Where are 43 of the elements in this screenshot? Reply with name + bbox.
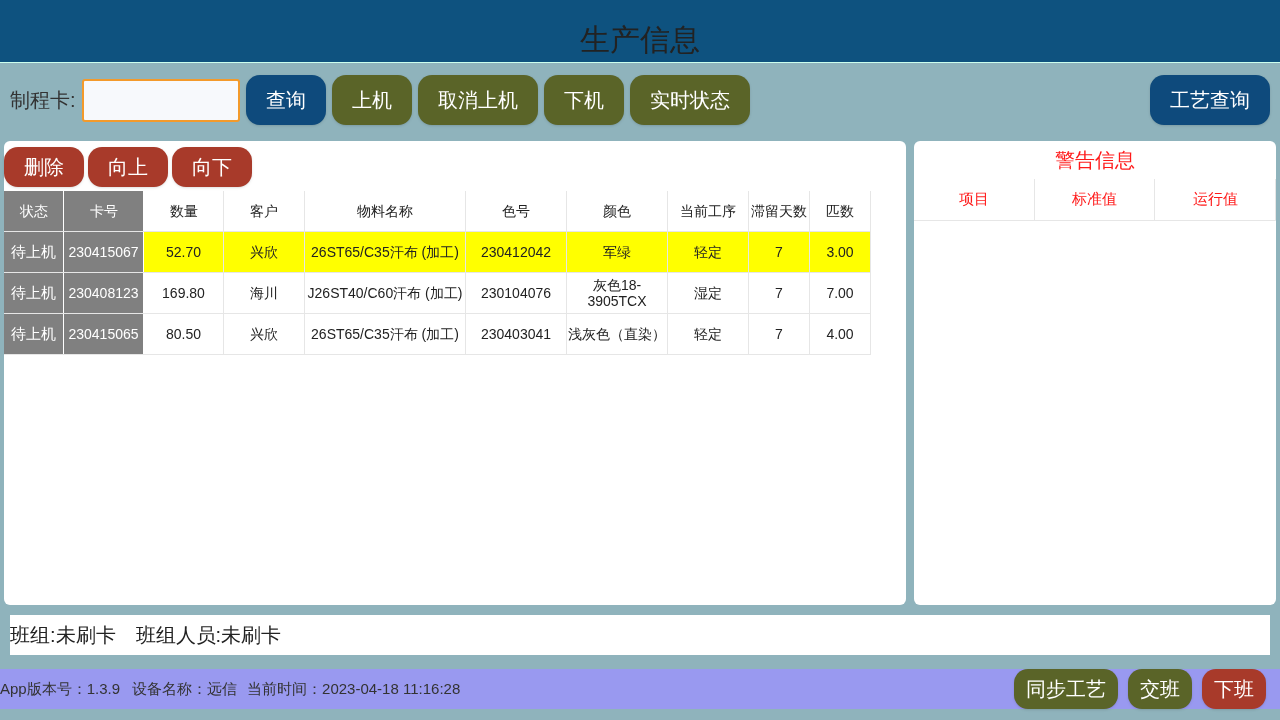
action-button[interactable]: 实时状态	[629, 75, 750, 125]
action-button[interactable]: 向上	[88, 147, 168, 187]
column-header: 运行值	[1155, 179, 1276, 220]
table-cell: 待上机	[4, 273, 64, 313]
time-text: 当前时间：2023-04-18 11:16:28	[247, 678, 461, 699]
action-button[interactable]: 上机	[331, 75, 412, 125]
table-cell: 230415065	[64, 314, 144, 354]
action-button[interactable]: 取消上机	[417, 75, 538, 125]
table-cell: 80.50	[144, 314, 224, 354]
column-header: 状态	[4, 191, 64, 231]
action-button[interactable]: 删除	[4, 147, 84, 187]
table-row[interactable]: 待上机 230415065 80.50 兴欣 26ST65/C35汗布 (加工) 230403041 浅灰色（直染） 轻定 7 4.00	[4, 313, 871, 354]
table-cell: 230408123	[64, 273, 144, 313]
action-button[interactable]: 下机	[543, 75, 624, 125]
table-cell: 7	[749, 314, 810, 354]
table-row[interactable]: 待上机 230408123 169.80 海川 J26ST40/C60汗布 (加工) 230104076 灰色18-3905TCX 湿定 7 7.00	[4, 272, 871, 313]
table-cell: 4.00	[810, 314, 871, 354]
action-button[interactable]: 同步工艺	[1014, 669, 1118, 709]
column-header: 标准值	[1034, 179, 1156, 220]
table-cell: 26ST65/C35汗布 (加工)	[305, 314, 466, 354]
page-title: 生产信息	[580, 22, 700, 58]
card-label: 制程卡:	[10, 88, 76, 113]
warning-title: 警告信息	[1054, 148, 1136, 173]
column-header: 卡号	[64, 191, 144, 231]
table-cell: 230415067	[64, 232, 144, 272]
table-cell: 待上机	[4, 314, 64, 354]
action-button[interactable]: 工艺查询	[1150, 75, 1270, 125]
table-cell: 待上机	[4, 232, 64, 272]
action-button[interactable]: 查询	[245, 75, 326, 125]
table-cell: 轻定	[668, 314, 749, 354]
version-text: App版本号：1.3.9	[0, 678, 121, 699]
table-cell: 兴欣	[224, 314, 305, 354]
action-button[interactable]: 下班	[1202, 669, 1266, 709]
table-cell: 230403041	[466, 314, 567, 354]
table-row[interactable]: 待上机 230415067 52.70 兴欣 26ST65/C35汗布 (加工) 230412042 军绿 轻定 7 3.00	[4, 231, 871, 272]
table-cell: 浅灰色（直染）	[567, 314, 668, 354]
team-text: 班组:未刷卡	[10, 623, 116, 648]
column-header: 项目	[914, 179, 1035, 220]
action-button[interactable]: 向下	[172, 147, 252, 187]
action-button[interactable]: 交班	[1128, 669, 1192, 709]
device-text: 设备名称：远信	[132, 678, 238, 699]
team-members-text: 班组人员:未刷卡	[135, 623, 282, 648]
card-input-field[interactable]	[81, 78, 240, 122]
